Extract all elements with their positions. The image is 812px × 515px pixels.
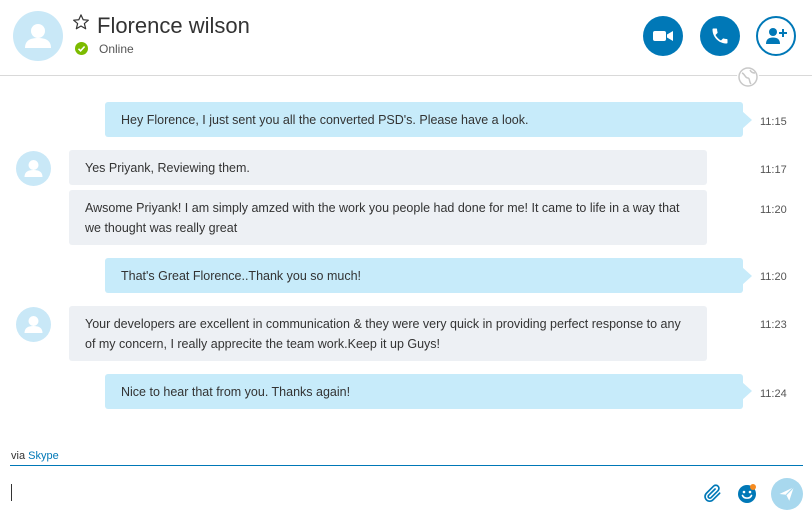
conversation-header: Florence wilson Online [0, 0, 812, 76]
send-button[interactable] [771, 478, 803, 510]
contact-avatar[interactable] [13, 11, 63, 61]
online-status-icon [75, 42, 88, 55]
contact-avatar-small[interactable] [16, 307, 51, 342]
add-person-icon [766, 28, 787, 44]
contact-avatar-small[interactable] [16, 151, 51, 186]
video-call-button[interactable] [643, 16, 683, 56]
text-cursor [11, 484, 12, 501]
compose-divider [10, 465, 803, 466]
paperclip-icon[interactable] [703, 484, 723, 504]
bubble-tail [742, 111, 752, 129]
notification-dot [750, 484, 756, 490]
bubble-tail [742, 267, 752, 285]
person-icon [24, 316, 43, 333]
message-time: 11:23 [760, 319, 787, 331]
message-time: 11:20 [760, 204, 787, 216]
incoming-message[interactable]: Awsome Priyank! I am simply amzed with t… [69, 190, 707, 245]
via-label: via Skype [11, 449, 59, 463]
add-people-button[interactable] [756, 16, 796, 56]
message-time: 11:17 [760, 164, 787, 176]
video-call-icon [653, 31, 673, 41]
person-icon [24, 160, 43, 177]
contact-status: Online [99, 42, 134, 56]
outgoing-message[interactable]: That's Great Florence..Thank you so much… [105, 258, 743, 293]
message-time: 11:20 [760, 271, 787, 283]
star-icon[interactable] [72, 13, 90, 31]
bubble-tail [742, 382, 752, 400]
send-icon [779, 486, 795, 501]
outgoing-message[interactable]: Hey Florence, I just sent you all the co… [105, 102, 743, 137]
incoming-message[interactable]: Yes Priyank, Reviewing them. [69, 150, 707, 185]
message-input[interactable] [10, 474, 690, 510]
phone-icon [712, 28, 728, 44]
translator-globe-icon[interactable] [737, 66, 759, 88]
person-icon [25, 24, 51, 48]
via-prefix: via [11, 450, 26, 462]
message-time: 11:15 [760, 116, 787, 128]
contact-name[interactable]: Florence wilson [97, 12, 250, 40]
outgoing-message[interactable]: Nice to hear that from you. Thanks again… [105, 374, 743, 409]
message-time: 11:24 [760, 388, 787, 400]
audio-call-button[interactable] [700, 16, 740, 56]
incoming-message[interactable]: Your developers are excellent in communi… [69, 306, 707, 361]
skype-link[interactable]: Skype [28, 450, 59, 462]
